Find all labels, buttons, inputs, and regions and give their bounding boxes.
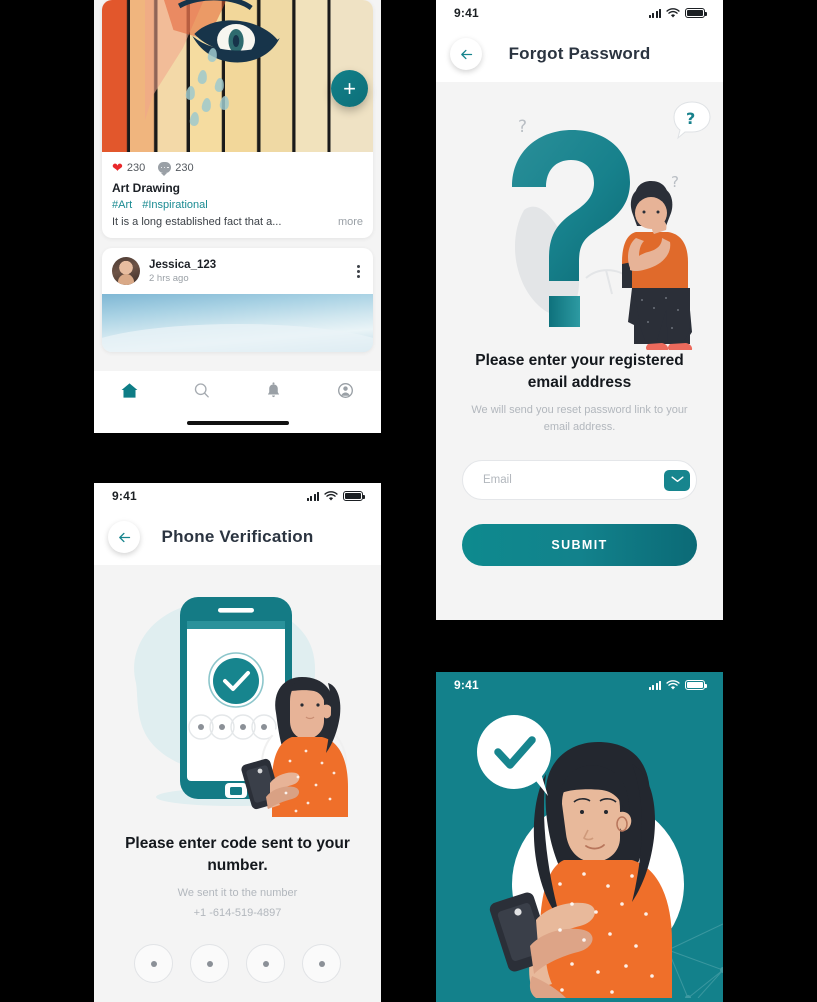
- signal-icon: [648, 8, 661, 18]
- screen-verification-success: 9:41: [436, 672, 723, 1002]
- back-button[interactable]: [108, 521, 140, 553]
- battery-icon: [343, 491, 365, 501]
- post-title: Art Drawing: [112, 181, 181, 195]
- svg-text:?: ?: [518, 117, 527, 137]
- verify-subline: We sent it to the number: [177, 886, 298, 899]
- battery-icon: [685, 680, 707, 690]
- verification-illustration: [94, 565, 381, 833]
- back-button[interactable]: [450, 38, 482, 70]
- submit-button[interactable]: SUBMIT: [462, 524, 697, 567]
- status-bar: 9:41: [436, 672, 723, 698]
- tag-inspirational[interactable]: #Inspirational: [142, 199, 207, 211]
- signal-icon: [306, 491, 319, 501]
- screens-collage: ❤ 230 230 Art Drawing #Art #Inspirationa…: [0, 0, 817, 1002]
- post-timestamp: 2 hrs ago: [149, 272, 189, 284]
- heart-icon: ❤: [112, 160, 123, 175]
- nav-item-account[interactable]: [309, 381, 381, 400]
- arrow-left-icon: [118, 532, 130, 542]
- battery-icon: [685, 8, 707, 18]
- otp-digit-4[interactable]: [302, 944, 341, 984]
- screen-social-feed: ❤ 230 230 Art Drawing #Art #Inspirationa…: [94, 0, 381, 433]
- post-stats: ❤ 230 230: [112, 161, 363, 176]
- post-image-2: [102, 294, 373, 352]
- nav-item-search[interactable]: [166, 381, 238, 400]
- status-time: 9:41: [454, 6, 479, 20]
- forgot-headline: Please enter your registered email addre…: [475, 352, 684, 392]
- otp-digit-3[interactable]: [246, 944, 285, 984]
- email-input[interactable]: [483, 474, 664, 487]
- wifi-icon: [666, 679, 680, 690]
- svg-text:?: ?: [671, 173, 679, 191]
- bell-icon: [267, 382, 279, 398]
- add-post-button[interactable]: +: [331, 70, 368, 107]
- tag-art[interactable]: #Art: [112, 199, 132, 211]
- wifi-icon: [324, 490, 338, 501]
- post-excerpt: It is a long established fact that a...: [112, 216, 282, 228]
- nav-item-notifications[interactable]: [238, 381, 310, 400]
- comment-count: 230: [175, 161, 194, 174]
- status-time: 9:41: [454, 678, 479, 692]
- svg-text:?: ?: [686, 109, 695, 128]
- post-tags: #Art #Inspirational: [112, 199, 363, 211]
- forgot-subline: We will send you reset password link to …: [471, 403, 688, 433]
- status-bar: 9:41: [94, 483, 381, 509]
- otp-digit-2[interactable]: [190, 944, 229, 984]
- forgot-password-illustration: ? ? ?: [436, 82, 723, 350]
- screen-phone-verification: 9:41 Phone Verification Please enter cod…: [94, 483, 381, 1002]
- otp-digit-1[interactable]: [134, 944, 173, 984]
- verify-headline: Please enter code sent to your number.: [125, 835, 350, 875]
- success-illustration: [436, 698, 723, 998]
- feed-post-card-2[interactable]: Jessica_123 2 hrs ago: [102, 248, 373, 352]
- search-icon: [194, 383, 209, 398]
- more-options-icon[interactable]: [354, 262, 363, 281]
- home-indicator: [186, 421, 289, 425]
- verify-phone-number: +1 -614-519-4897: [193, 906, 282, 919]
- status-time: 9:41: [112, 489, 137, 503]
- screen-forgot-password: 9:41 Forgot Password ? ? ? Please enter …: [436, 0, 723, 620]
- like-count: 230: [126, 161, 146, 174]
- post-image: [102, 0, 373, 152]
- feed-post-card[interactable]: ❤ 230 230 Art Drawing #Art #Inspirationa…: [102, 0, 373, 238]
- avatar: [112, 257, 140, 285]
- like-stat[interactable]: ❤ 230: [112, 161, 145, 174]
- comment-icon: [158, 162, 172, 176]
- wifi-icon: [666, 7, 680, 18]
- nav-item-home[interactable]: [94, 381, 166, 400]
- check-bubble: [477, 715, 551, 796]
- signal-icon: [648, 680, 661, 690]
- account-icon: [337, 383, 353, 398]
- otp-input-group: [120, 944, 355, 984]
- arrow-left-icon: [460, 49, 472, 59]
- comment-stat[interactable]: 230: [158, 161, 194, 176]
- app-bar: Forgot Password: [436, 26, 723, 82]
- email-field-wrapper[interactable]: [462, 460, 697, 501]
- post-username[interactable]: Jessica_123: [149, 259, 216, 271]
- envelope-icon: [670, 475, 684, 486]
- envelope-button[interactable]: [664, 469, 690, 491]
- more-link[interactable]: more: [338, 216, 363, 228]
- app-bar: Phone Verification: [94, 509, 381, 565]
- mural-face-art: [145, 0, 281, 120]
- status-bar: 9:41: [436, 0, 723, 26]
- home-icon: [121, 383, 138, 398]
